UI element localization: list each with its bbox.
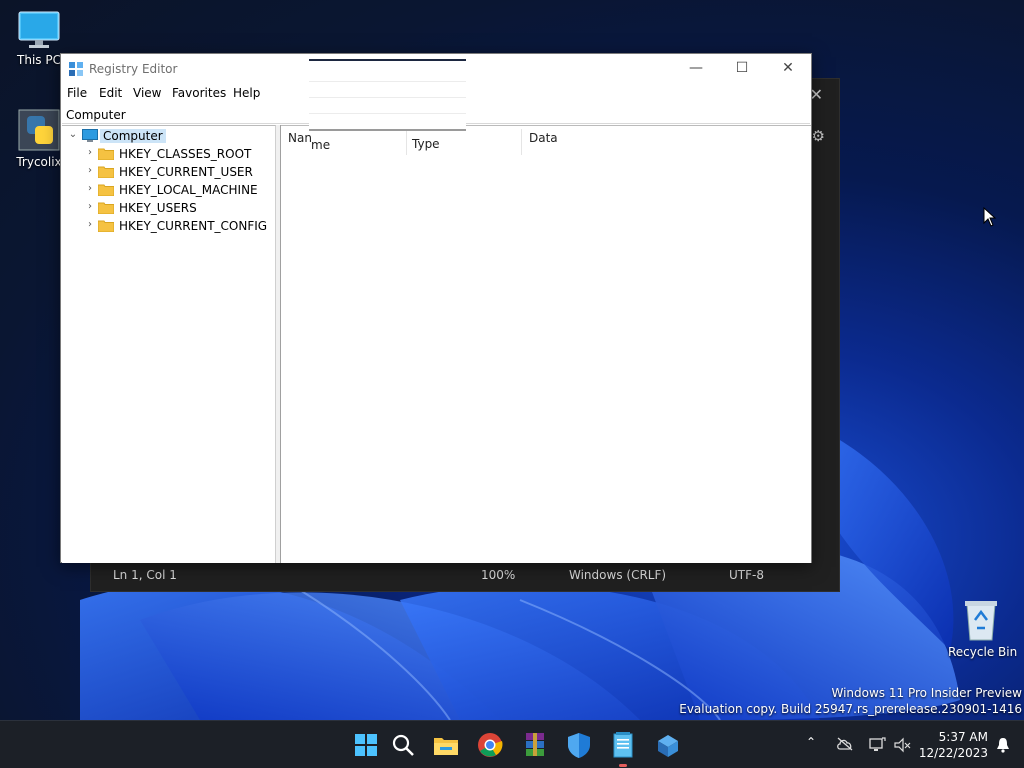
taskbar-notepad[interactable] [607,729,639,767]
folder-icon [98,166,114,178]
chevron-up-icon[interactable]: ⌃ [806,735,816,749]
gear-icon[interactable]: ⚙ [812,127,825,145]
tree-item-hku[interactable]: › HKEY_USERS [62,199,276,217]
monitor-icon [18,11,60,48]
maximize-button[interactable]: ☐ [719,54,765,84]
column-header-data[interactable]: Data [529,131,558,145]
search-icon [392,734,414,756]
tree-item-label: HKEY_CURRENT_USER [119,165,253,179]
taskbar-regedit[interactable] [652,729,684,761]
tree-item-label: HKEY_CLASSES_ROOT [119,147,252,161]
column-header-type[interactable]: Type [412,137,440,151]
network-icon[interactable] [868,737,886,753]
mouse-cursor-icon [983,207,997,227]
menu-favorites[interactable]: Favorites [172,86,226,100]
start-button[interactable] [350,729,382,761]
clock-date: 12/22/2023 [918,746,988,760]
menu-view[interactable]: View [133,86,161,100]
overlay-artifact: me [309,59,466,152]
tree-item-hkcc[interactable]: › HKEY_CURRENT_CONFIG [62,217,276,235]
tree-pane[interactable]: ⌄ Computer › HKEY_CLASSES_ROOT › HKEY_CU… [62,125,276,563]
folder-icon [98,184,114,196]
regedit-icon [658,735,678,757]
taskbar-security[interactable] [563,729,595,761]
menu-file[interactable]: File [67,86,87,100]
column-divider[interactable] [521,129,522,155]
desktop-icon-label: Recycle Bin [948,645,1018,659]
window-title: Registry Editor [89,62,178,76]
desktop-icon-recycle-bin[interactable]: Recycle Bin [948,598,1018,659]
watermark-line-1: Windows 11 Pro Insider Preview [831,686,1022,700]
address-text: Computer [66,108,126,122]
chevron-right-icon[interactable]: › [84,165,96,176]
file-explorer-icon [434,738,458,755]
taskbar-chrome[interactable] [474,729,506,761]
close-button[interactable]: ✕ [765,54,811,84]
menu-help[interactable]: Help [233,86,260,100]
running-indicator [619,764,627,767]
tree-item-hklm[interactable]: › HKEY_LOCAL_MACHINE [62,181,276,199]
system-clock[interactable]: 5:37 AM 12/22/2023 [918,729,988,761]
folder-icon [98,148,114,160]
taskbar-winrar[interactable] [519,729,551,761]
values-list-pane[interactable]: Nan Type Data [281,125,811,563]
chevron-right-icon[interactable]: › [84,201,96,212]
tree-item-hkcu[interactable]: › HKEY_CURRENT_USER [62,163,276,181]
status-line-ending: Windows (CRLF) [569,568,667,582]
tree-item-hkcr[interactable]: › HKEY_CLASSES_ROOT [62,145,276,163]
tree-item-label: HKEY_LOCAL_MACHINE [119,183,258,197]
tree-item-label: Computer [100,129,166,143]
folder-icon [98,220,114,232]
chevron-right-icon[interactable]: › [84,219,96,230]
notepad-status-bar: Ln 1, Col 1 100% Windows (CRLF) UTF-8 [91,561,839,591]
status-zoom: 100% [481,568,516,582]
column-header-name[interactable]: Nan [288,131,312,145]
minimize-button[interactable]: — [673,54,719,84]
menu-edit[interactable]: Edit [99,86,122,100]
column-header-name-tail: me [311,138,331,152]
security-shield-icon [568,733,590,758]
notepad-icon [613,732,633,758]
chevron-right-icon[interactable]: › [84,147,96,158]
chrome-icon [478,733,503,757]
python-shortcut-icon [18,109,60,151]
notification-bell-icon[interactable] [996,737,1010,753]
status-encoding: UTF-8 [729,568,764,582]
winrar-icon [526,733,544,756]
search-button[interactable] [387,729,419,761]
status-position: Ln 1, Col 1 [113,568,177,582]
start-icon [355,734,377,756]
taskbar-file-explorer[interactable] [430,729,462,761]
chevron-down-icon[interactable]: ⌄ [67,129,79,140]
tree-item-computer[interactable]: ⌄ Computer [62,127,276,145]
chevron-right-icon[interactable]: › [84,183,96,194]
computer-icon [82,129,98,142]
clock-time: 5:37 AM [938,730,988,744]
folder-icon [98,202,114,214]
volume-muted-icon[interactable] [894,737,912,753]
recycle-bin-icon [965,601,997,641]
taskbar: ⌃ 5:37 AM 12/22/2023 [0,720,1024,768]
tree-item-label: HKEY_CURRENT_CONFIG [119,219,268,233]
registry-editor-window[interactable]: Registry Editor — ☐ ✕ File Edit View Fav… [60,53,812,563]
regedit-icon [69,62,83,76]
watermark-line-2: Evaluation copy. Build 25947.rs_prerelea… [679,702,1022,716]
cloud-offline-icon[interactable] [836,737,854,751]
column-divider[interactable] [406,129,407,155]
tree-item-label: HKEY_USERS [119,201,197,215]
